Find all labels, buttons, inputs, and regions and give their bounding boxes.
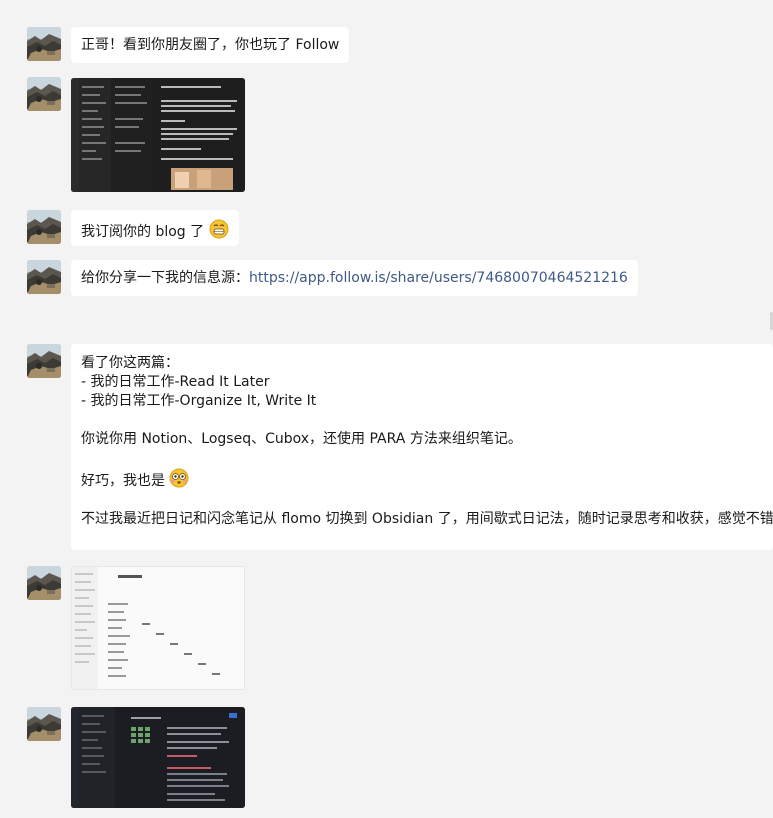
message-line: 看了你这两篇：	[81, 355, 179, 371]
image-message[interactable]	[71, 566, 245, 690]
mountain-avatar-icon	[27, 707, 61, 741]
mountain-avatar-icon	[27, 344, 61, 378]
mountain-avatar-icon	[27, 566, 61, 600]
message-bubble[interactable]: 给你分享一下我的信息源：https://app.follow.is/share/…	[71, 260, 638, 296]
image-message[interactable]	[71, 78, 245, 192]
avatar[interactable]	[27, 260, 61, 294]
mountain-avatar-icon	[27, 27, 61, 61]
dark-obsidian-screenshot-icon	[71, 707, 245, 808]
avatar[interactable]	[27, 210, 61, 244]
message-bubble[interactable]: 看了你这两篇： - 我的日常工作-Read It Later - 我的日常工作-…	[71, 344, 773, 550]
message-line: - 我的日常工作-Organize It, Write It	[81, 393, 317, 409]
share-link[interactable]: https://app.follow.is/share/users/746800…	[249, 270, 628, 286]
message-line: 不过我最近把日记和闪念笔记从 flomo 切换到 Obsidian 了，用间歇式…	[81, 511, 773, 527]
dark-app-screenshot-icon	[71, 78, 245, 192]
avatar[interactable]	[27, 344, 61, 378]
message-prefix: 给你分享一下我的信息源：	[81, 270, 249, 286]
mountain-avatar-icon	[27, 260, 61, 294]
mountain-avatar-icon	[27, 210, 61, 244]
flushed-face-emoji-icon	[169, 468, 189, 488]
mountain-avatar-icon	[27, 77, 61, 111]
message-line: 好巧，我也是	[81, 473, 165, 489]
avatar[interactable]	[27, 27, 61, 61]
avatar[interactable]	[27, 77, 61, 111]
message-text: 我订阅你的 blog 了	[81, 224, 205, 240]
light-app-screenshot-icon	[72, 567, 244, 689]
message-bubble[interactable]: 我订阅你的 blog 了	[71, 210, 239, 246]
message-bubble[interactable]: 正哥！看到你朋友圈了，你也玩了 Follow	[71, 27, 350, 63]
image-message[interactable]	[71, 707, 245, 808]
grinning-face-emoji-icon	[209, 219, 229, 239]
message-line: 你说你用 Notion、Logseq、Cubox，还使用 PARA 方法来组织笔…	[81, 431, 522, 447]
avatar[interactable]	[27, 566, 61, 600]
message-line: - 我的日常工作-Read It Later	[81, 374, 270, 390]
message-text: 正哥！看到你朋友圈了，你也玩了 Follow	[81, 37, 340, 53]
avatar[interactable]	[27, 707, 61, 741]
